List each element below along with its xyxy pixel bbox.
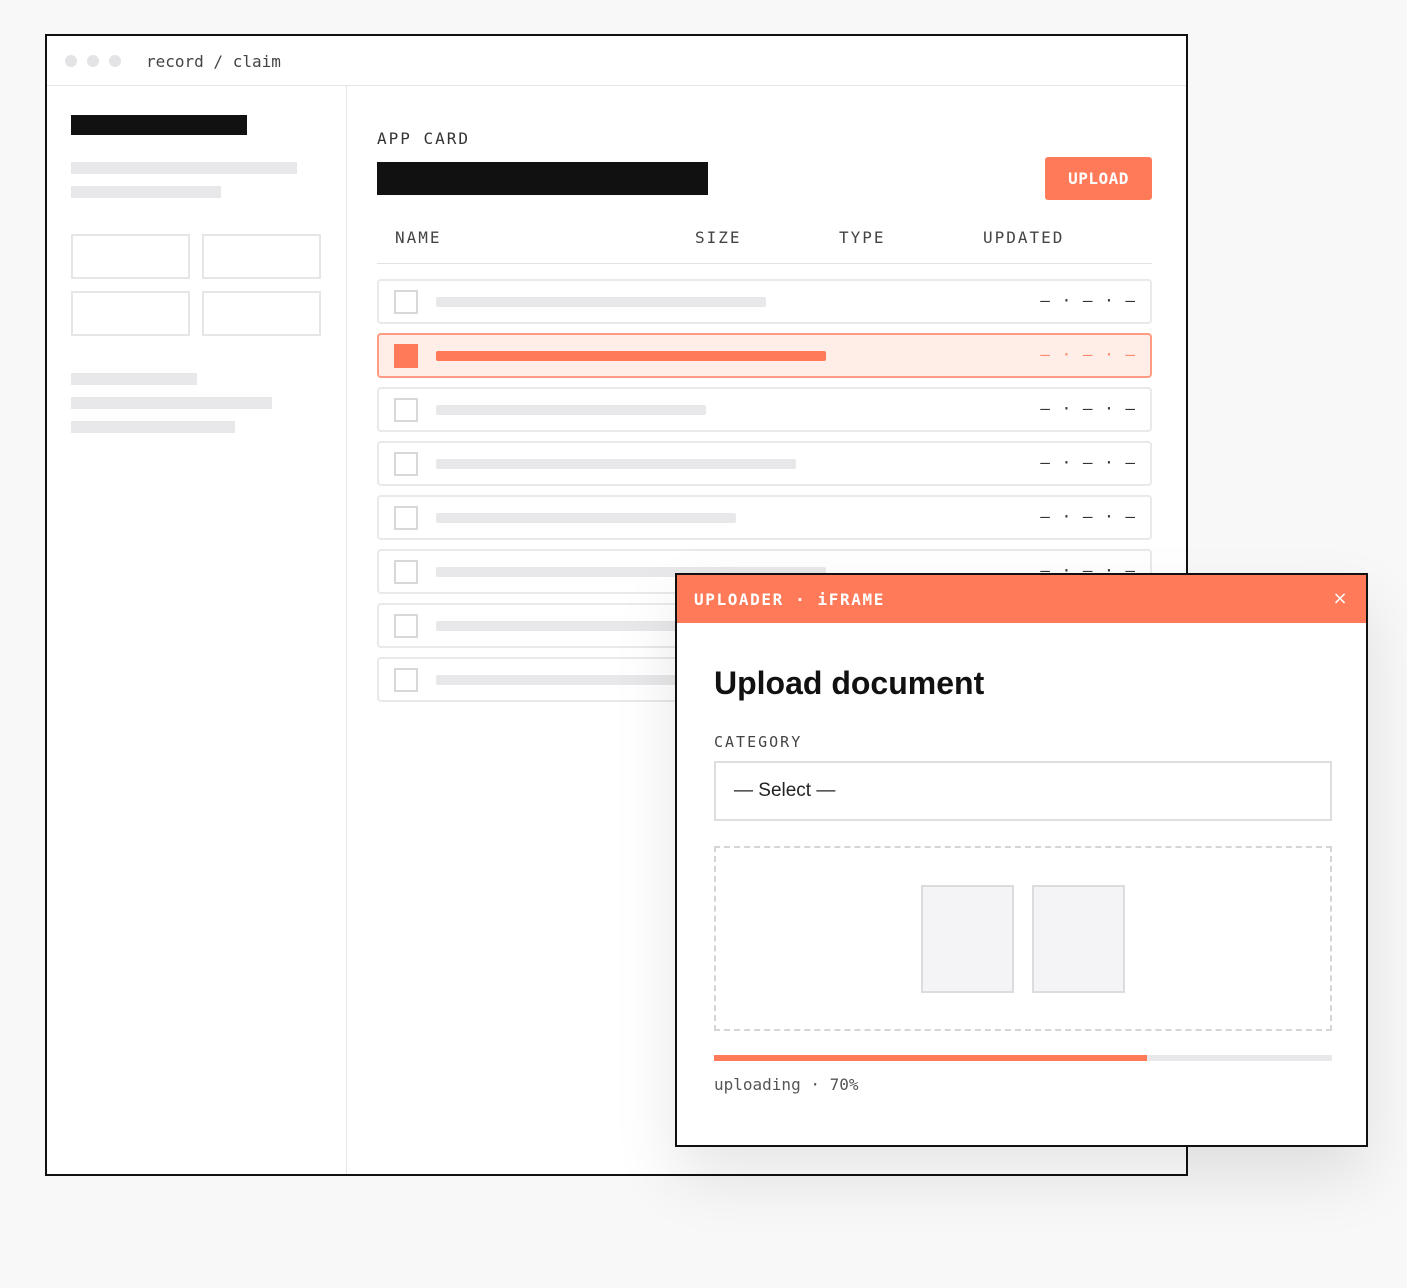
column-header-size[interactable]: SIZE [695,228,742,247]
close-icon[interactable]: × [1328,587,1352,611]
row-checkbox[interactable] [394,290,418,314]
row-name-placeholder [436,297,766,307]
uploader-modal: UPLOADER · iFRAME × Upload document CATE… [675,573,1368,1147]
window-dot-close[interactable] [65,55,77,67]
sidebar-title-redacted [71,115,247,135]
column-header-name[interactable]: NAME [395,228,442,247]
table-row[interactable]: — · — · — [377,279,1152,324]
table-row[interactable]: — · — · — [377,495,1152,540]
row-name-placeholder [436,351,826,361]
sidebar-skeleton-line [71,421,235,433]
sidebar [47,86,347,1174]
window-titlebar: record / claim [47,36,1186,86]
window-dot-maximize[interactable] [109,55,121,67]
file-dropzone[interactable] [714,846,1332,1031]
row-meta-placeholder: — · — · — [1040,399,1136,418]
row-name-placeholder [436,405,706,415]
upload-progress-fill [714,1055,1147,1061]
document-icon [921,885,1014,993]
row-name-placeholder [436,459,796,469]
row-checkbox[interactable] [394,560,418,584]
sidebar-skeleton-line [71,397,272,409]
sidebar-skeleton-line [71,373,197,385]
table-row[interactable]: — · — · — [377,387,1152,432]
row-meta-placeholder: — · — · — [1040,291,1136,310]
column-header-updated[interactable]: UPDATED [983,228,1064,247]
table-header-divider [377,263,1152,264]
row-meta-placeholder: — · — · — [1040,345,1136,364]
sidebar-tile[interactable] [202,291,321,336]
upload-progress-bar [714,1055,1332,1061]
modal-title: UPLOADER · iFRAME [694,590,885,609]
table-row[interactable]: — · — · — [377,441,1152,486]
sidebar-tile[interactable] [71,234,190,279]
upload-progress-text: uploading · 70% [714,1075,859,1094]
modal-heading: Upload document [714,665,985,701]
sidebar-tile[interactable] [202,234,321,279]
row-checkbox[interactable] [394,614,418,638]
row-meta-placeholder: — · — · — [1040,453,1136,472]
sidebar-skeleton-line [71,186,221,198]
category-label: CATEGORY [714,733,803,751]
upload-button[interactable]: UPLOAD [1045,157,1152,200]
table-row-selected[interactable]: — · — · — [377,333,1152,378]
column-header-type[interactable]: TYPE [839,228,886,247]
row-name-placeholder [436,513,736,523]
page-title-redacted [377,162,708,195]
sidebar-skeleton-line [71,162,297,174]
row-checkbox[interactable] [394,398,418,422]
row-checkbox[interactable] [394,506,418,530]
row-checkbox[interactable] [394,668,418,692]
window-dot-minimize[interactable] [87,55,99,67]
category-select[interactable]: — Select — [714,761,1332,821]
sidebar-tile[interactable] [71,291,190,336]
document-icon [1032,885,1125,993]
row-meta-placeholder: — · — · — [1040,507,1136,526]
row-checkbox[interactable] [394,452,418,476]
section-label: APP CARD [377,129,471,148]
breadcrumb: record / claim [146,52,281,71]
modal-header: UPLOADER · iFRAME × [677,575,1366,623]
row-checkbox-checked[interactable] [394,344,418,368]
